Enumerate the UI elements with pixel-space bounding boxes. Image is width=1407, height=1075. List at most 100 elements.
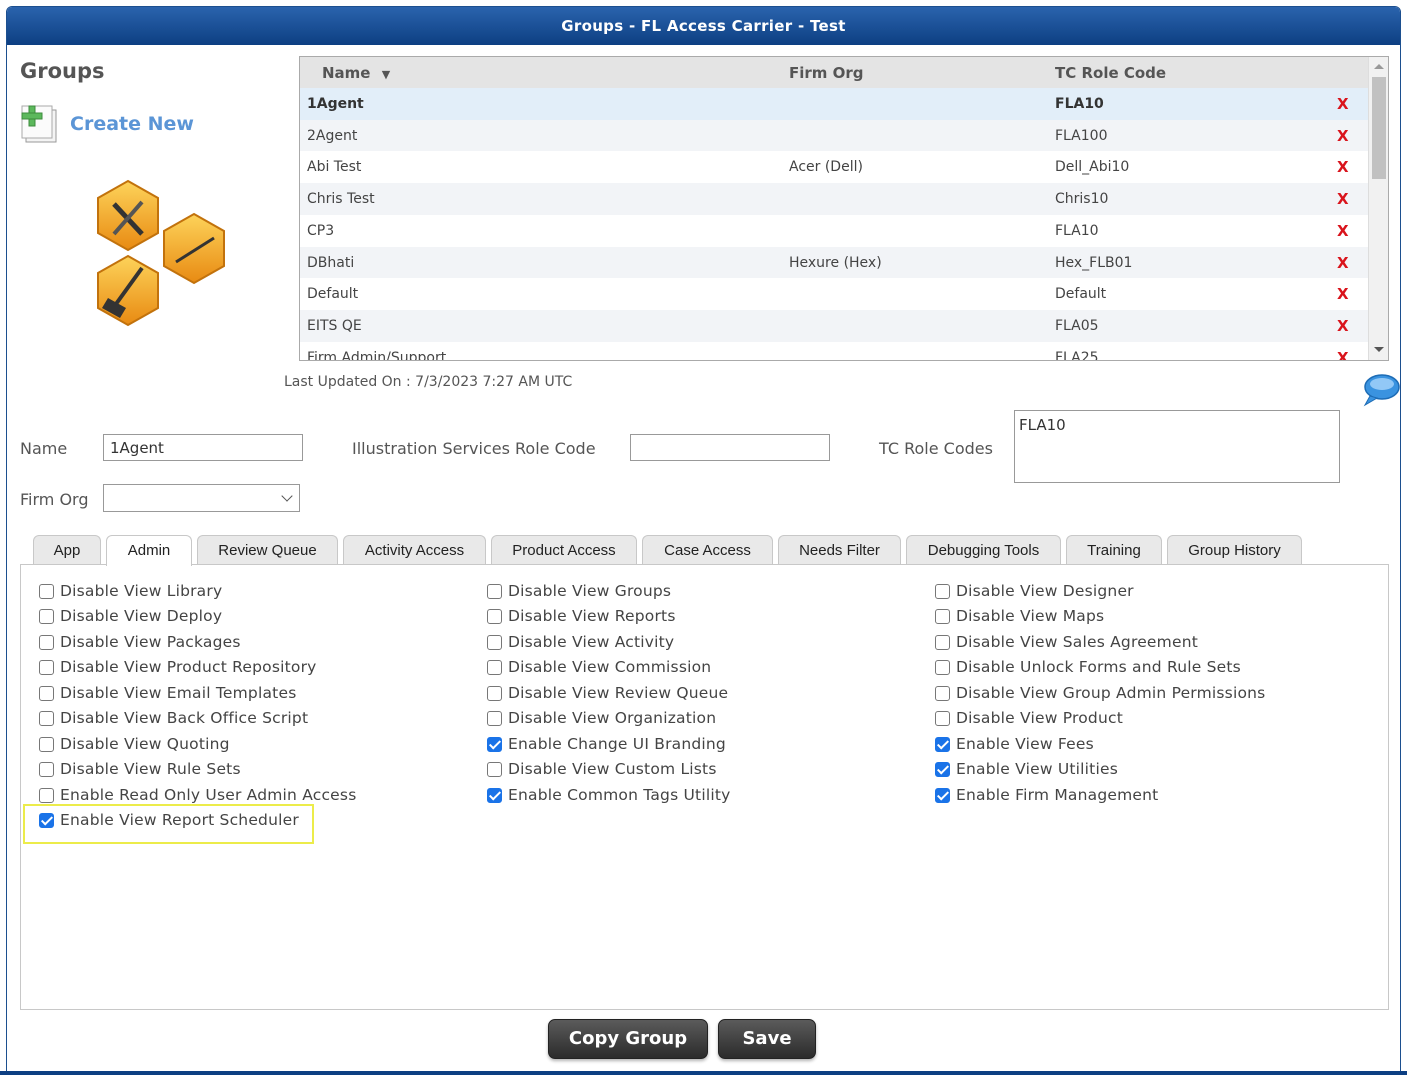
checkbox[interactable] xyxy=(935,583,950,599)
permission-checkbox[interactable]: Disable View Product Repository xyxy=(39,658,317,676)
column-header-tc-role-code[interactable]: TC Role Code xyxy=(1055,64,1166,82)
table-row[interactable]: Abi Test Acer (Dell) Dell_Abi10 X xyxy=(300,151,1368,183)
table-row[interactable]: 1Agent FLA10 X xyxy=(300,88,1368,120)
delete-icon[interactable]: X xyxy=(1337,222,1349,240)
checkbox-label: Disable View Review Queue xyxy=(508,684,729,702)
permission-checkbox[interactable]: Disable View Organization xyxy=(487,709,716,727)
table-row[interactable]: DBhati Hexure (Hex) Hex_FLB01 X xyxy=(300,246,1368,279)
checkbox[interactable] xyxy=(935,634,950,650)
delete-icon[interactable]: X xyxy=(1337,95,1349,113)
checkbox[interactable] xyxy=(487,659,502,675)
permission-checkbox[interactable]: Disable View Groups xyxy=(487,582,671,600)
permission-checkbox[interactable]: Disable View Quoting xyxy=(39,735,230,753)
checkbox-checked[interactable] xyxy=(935,736,950,752)
tab-review-queue[interactable]: Review Queue xyxy=(197,535,338,565)
checkbox[interactable] xyxy=(487,583,502,599)
checkbox[interactable] xyxy=(487,685,502,701)
column-header-firm-org[interactable]: Firm Org xyxy=(789,64,864,82)
delete-icon[interactable]: X xyxy=(1337,190,1349,208)
scroll-up-icon[interactable] xyxy=(1374,64,1384,69)
permission-checkbox[interactable]: Disable View Packages xyxy=(39,633,241,651)
checkbox[interactable] xyxy=(39,659,54,675)
tab-admin[interactable]: Admin xyxy=(106,535,192,566)
checkbox[interactable] xyxy=(39,761,54,777)
permission-checkbox[interactable]: Disable View Sales Agreement xyxy=(935,633,1198,651)
checkbox-checked[interactable] xyxy=(935,787,950,803)
delete-icon[interactable]: X xyxy=(1337,349,1349,360)
scroll-thumb[interactable] xyxy=(1372,77,1386,179)
permission-checkbox[interactable]: Enable View Fees xyxy=(935,735,1094,753)
permission-checkbox[interactable]: Enable View Utilities xyxy=(935,760,1118,778)
checkbox[interactable] xyxy=(487,761,502,777)
delete-icon[interactable]: X xyxy=(1337,317,1349,335)
table-row[interactable]: Firm Admin/Support FLA25 X xyxy=(300,342,1368,360)
tab-app[interactable]: App xyxy=(33,535,101,565)
table-row[interactable]: EITS QE FLA05 X xyxy=(300,309,1368,342)
delete-icon[interactable]: X xyxy=(1337,127,1349,145)
tab-training[interactable]: Training xyxy=(1066,535,1162,565)
scroll-down-icon[interactable] xyxy=(1374,347,1384,352)
checkbox-checked[interactable] xyxy=(487,787,502,803)
tab-group-history[interactable]: Group History xyxy=(1167,535,1302,565)
checkbox[interactable] xyxy=(39,736,54,752)
tab-activity-access[interactable]: Activity Access xyxy=(343,535,486,565)
permission-checkbox[interactable]: Disable View Product xyxy=(935,709,1123,727)
permission-checkbox[interactable]: Disable View Reports xyxy=(487,607,676,625)
copy-group-button[interactable]: Copy Group xyxy=(548,1019,708,1059)
checkbox[interactable] xyxy=(39,583,54,599)
permission-checkbox[interactable]: Enable Read Only User Admin Access xyxy=(39,786,356,804)
name-field[interactable]: 1Agent xyxy=(103,434,303,461)
permission-checkbox[interactable]: Disable View Review Queue xyxy=(487,684,728,702)
checkbox[interactable] xyxy=(39,787,54,803)
checkbox-checked[interactable] xyxy=(487,736,502,752)
checkbox[interactable] xyxy=(935,710,950,726)
permission-checkbox[interactable]: Enable Firm Management xyxy=(935,786,1158,804)
create-new-button[interactable]: Create New xyxy=(18,104,194,144)
permission-checkbox[interactable]: Disable View Group Admin Permissions xyxy=(935,684,1265,702)
checkbox-checked[interactable] xyxy=(935,761,950,777)
delete-icon[interactable]: X xyxy=(1337,254,1349,272)
tab-product-access[interactable]: Product Access xyxy=(491,535,637,565)
checkbox[interactable] xyxy=(935,659,950,675)
table-row[interactable]: Default Default X xyxy=(300,278,1368,310)
permission-checkbox[interactable]: Disable View Designer xyxy=(935,582,1134,600)
table-row[interactable]: 2Agent FLA100 X xyxy=(300,119,1368,152)
tab-needs-filter[interactable]: Needs Filter xyxy=(778,535,901,565)
table-row[interactable]: CP3 FLA10 X xyxy=(300,215,1368,247)
permission-checkbox[interactable]: Enable Change UI Branding xyxy=(487,735,726,753)
permission-checkbox[interactable]: Disable View Deploy xyxy=(39,607,222,625)
checkbox[interactable] xyxy=(39,608,54,624)
checkbox[interactable] xyxy=(935,608,950,624)
checkbox[interactable] xyxy=(487,710,502,726)
firm-org-select[interactable] xyxy=(103,484,300,512)
checkbox[interactable] xyxy=(39,710,54,726)
permission-checkbox[interactable]: Disable View Library xyxy=(39,582,222,600)
grid-scrollbar[interactable] xyxy=(1368,57,1388,360)
checkbox[interactable] xyxy=(487,608,502,624)
checkbox[interactable] xyxy=(39,685,54,701)
tab-case-access[interactable]: Case Access xyxy=(642,535,773,565)
save-button[interactable]: Save xyxy=(718,1019,816,1059)
checkbox-label: Enable Read Only User Admin Access xyxy=(60,786,357,804)
checkbox[interactable] xyxy=(935,685,950,701)
tab-debugging-tools[interactable]: Debugging Tools xyxy=(906,535,1061,565)
permission-checkbox[interactable]: Disable View Custom Lists xyxy=(487,760,717,778)
permission-checkbox[interactable]: Enable Common Tags Utility xyxy=(487,786,731,804)
permission-checkbox[interactable]: Disable View Rule Sets xyxy=(39,760,241,778)
isrc-field[interactable] xyxy=(630,434,830,461)
tc-role-codes-field[interactable]: FLA10 xyxy=(1014,410,1340,483)
permission-checkbox[interactable]: Disable Unlock Forms and Rule Sets xyxy=(935,658,1241,676)
checkbox[interactable] xyxy=(487,634,502,650)
column-header-name[interactable]: Name ▼ xyxy=(322,64,390,82)
permission-checkbox[interactable]: Disable View Activity xyxy=(487,633,674,651)
permission-checkbox[interactable]: Disable View Maps xyxy=(935,607,1104,625)
checkbox-label: Disable View Designer xyxy=(956,582,1134,600)
table-row[interactable]: Chris Test Chris10 X xyxy=(300,183,1368,215)
permission-checkbox[interactable]: Disable View Email Templates xyxy=(39,684,296,702)
delete-icon[interactable]: X xyxy=(1337,285,1349,303)
checkbox[interactable] xyxy=(39,634,54,650)
permission-checkbox[interactable]: Disable View Back Office Script xyxy=(39,709,308,727)
chat-icon[interactable] xyxy=(1361,372,1401,408)
delete-icon[interactable]: X xyxy=(1337,158,1349,176)
permission-checkbox[interactable]: Disable View Commission xyxy=(487,658,711,676)
